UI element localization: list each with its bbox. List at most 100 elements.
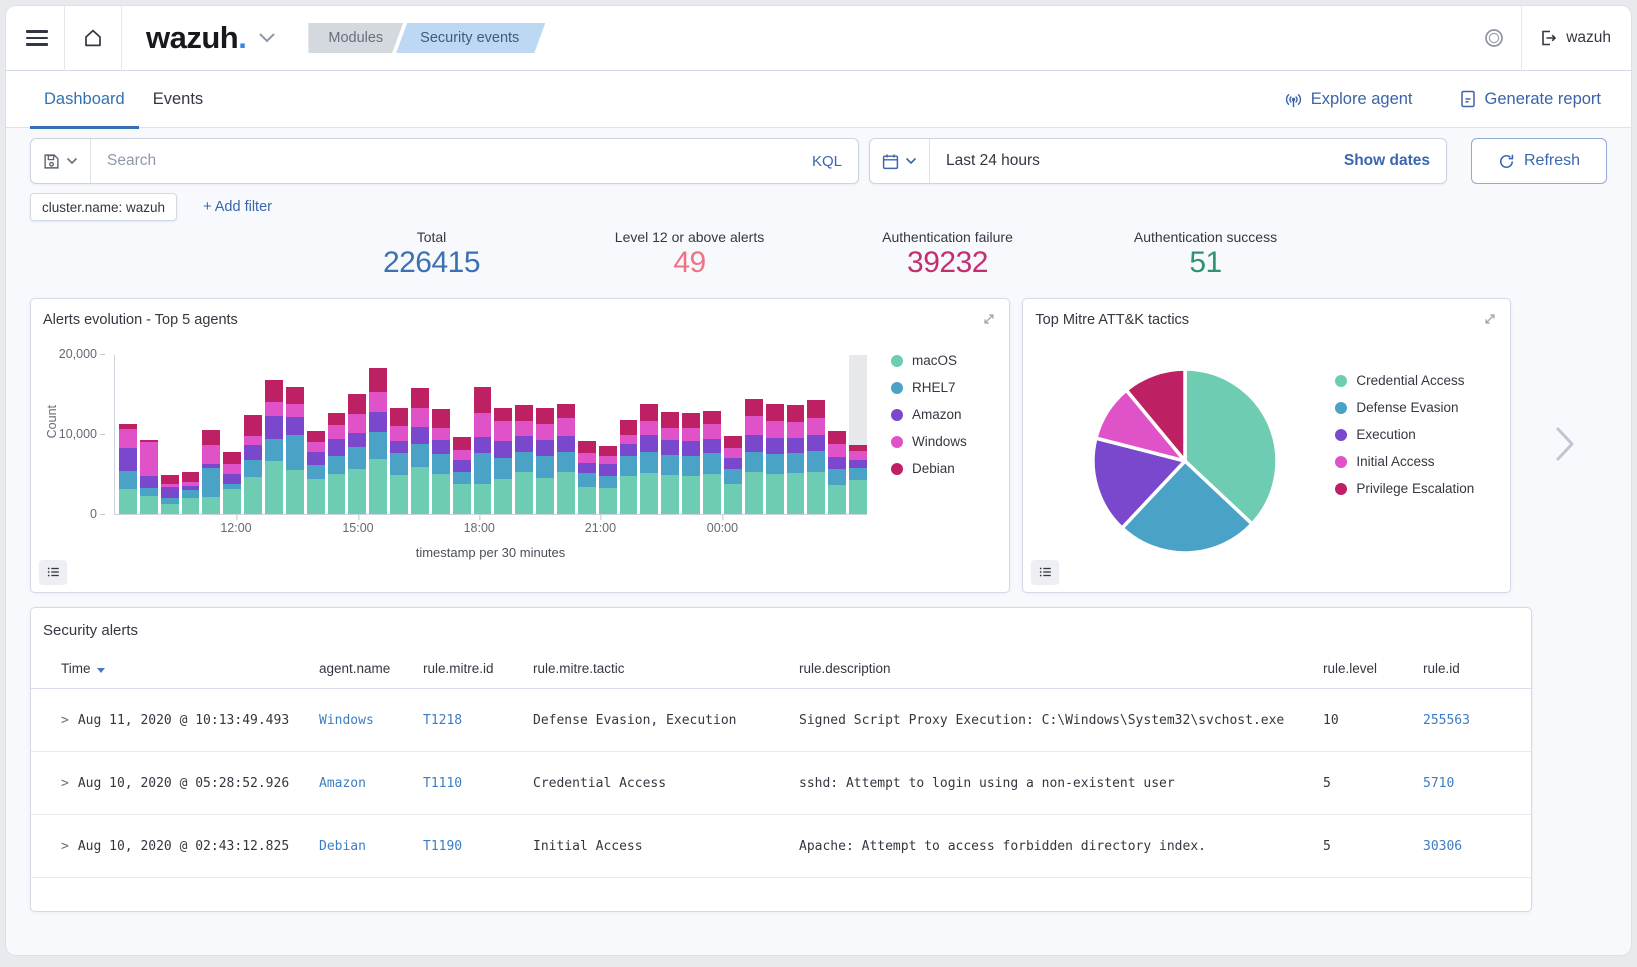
bar-bucket[interactable] [682,355,700,514]
bar-segment [307,431,325,442]
generate-report-button[interactable]: Generate report [1453,88,1607,110]
mitre-id-link[interactable]: T1190 [423,839,533,854]
bar-segment [557,404,575,418]
bar-bucket[interactable] [515,355,533,514]
rule-id-link[interactable]: 30306 [1423,839,1531,854]
column-header[interactable]: rule.description [799,661,1323,676]
bar-bucket[interactable] [328,355,346,514]
column-header[interactable]: rule.level [1323,661,1423,676]
show-dates-button[interactable]: Show dates [1328,152,1446,170]
rule-id-link[interactable]: 255563 [1423,713,1531,728]
tab-dashboard[interactable]: Dashboard [30,71,139,128]
bar-bucket[interactable] [182,355,200,514]
bar-bucket[interactable] [348,355,366,514]
bar-segment [286,417,304,435]
column-header[interactable]: rule.mitre.tactic [533,661,799,676]
bar-bucket[interactable] [787,355,805,514]
legend-item[interactable]: Defense Evasion [1335,394,1474,421]
legend-item[interactable]: Debian [891,455,967,482]
breadcrumb-security-events[interactable]: Security events [396,23,545,53]
level-cell: 5 [1323,776,1423,791]
add-filter-button[interactable]: + Add filter [197,198,278,216]
user-menu-button[interactable]: wazuh [1532,22,1617,54]
bar-bucket[interactable] [536,355,554,514]
wazuh-logo[interactable]: wazuh. [146,20,246,56]
agent-link[interactable]: Amazon [319,776,423,791]
bar-bucket[interactable] [494,355,512,514]
mitre-id-link[interactable]: T1110 [423,776,533,791]
legend-toggle-button[interactable] [39,560,67,584]
expand-panel-button[interactable] [1478,307,1502,334]
bar-bucket[interactable] [474,355,492,514]
saved-query-menu[interactable] [31,139,91,183]
bar-bucket[interactable] [140,355,158,514]
bar-segment [307,442,325,452]
bar-bucket[interactable] [307,355,325,514]
query-bar: KQL Last 24 hours Show dates Refresh [6,128,1631,184]
column-header[interactable]: rule.mitre.id [423,661,533,676]
bar-bucket[interactable] [202,355,220,514]
bar-bucket[interactable] [369,355,387,514]
bar-bucket[interactable] [620,355,638,514]
expand-panel-button[interactable] [977,307,1001,334]
bar-bucket[interactable] [578,355,596,514]
filter-pill[interactable]: cluster.name: wazuh [30,193,177,221]
bar-bucket[interactable] [411,355,429,514]
bar-bucket[interactable] [453,355,471,514]
refresh-button[interactable]: Refresh [1471,138,1607,184]
expand-row-icon[interactable]: > [61,776,69,791]
bar-bucket[interactable] [432,355,450,514]
bar-bucket[interactable] [724,355,742,514]
column-header[interactable]: Time [61,661,319,676]
legend-item[interactable]: Privilege Escalation [1335,475,1474,502]
agent-link[interactable]: Windows [319,713,423,728]
bar-bucket[interactable] [286,355,304,514]
legend-item[interactable]: Credential Access [1335,367,1474,394]
breadcrumb-modules[interactable]: Modules [308,23,403,53]
legend-item[interactable]: Windows [891,428,967,455]
bar-bucket[interactable] [557,355,575,514]
bar-bucket[interactable] [745,355,763,514]
bar-bucket[interactable] [828,355,846,514]
time-range-value[interactable]: Last 24 hours [930,152,1056,170]
bar-bucket[interactable] [161,355,179,514]
bar-bucket[interactable] [599,355,617,514]
next-panels-button[interactable] [1551,422,1579,469]
menu-button[interactable] [20,24,54,51]
tab-events[interactable]: Events [139,71,217,128]
agent-link[interactable]: Debian [319,839,423,854]
explore-agent-button[interactable]: Explore agent [1278,89,1419,110]
bar-bucket[interactable] [223,355,241,514]
legend-toggle-button[interactable] [1031,560,1059,584]
query-language-button[interactable]: KQL [796,153,858,170]
bar-bucket[interactable] [244,355,262,514]
logo-dropdown-button[interactable] [252,26,282,50]
bar-bucket[interactable] [640,355,658,514]
y-tick-label: 10,000 [31,427,105,441]
bar-bucket[interactable] [766,355,784,514]
home-button[interactable] [75,20,111,56]
space-avatar-button[interactable] [1477,21,1511,55]
legend-item[interactable]: macOS [891,347,967,374]
bar-segment [223,489,241,514]
date-quick-menu[interactable] [870,139,930,183]
legend-item[interactable]: RHEL7 [891,374,967,401]
bar-bucket[interactable] [703,355,721,514]
stacked-bar-chart [114,355,867,515]
bar-bucket[interactable] [807,355,825,514]
bar-bucket[interactable] [265,355,283,514]
legend-item[interactable]: Amazon [891,401,967,428]
expand-row-icon[interactable]: > [61,713,69,728]
expand-row-icon[interactable]: > [61,839,69,854]
column-header[interactable]: rule.id [1423,661,1531,676]
mitre-id-link[interactable]: T1218 [423,713,533,728]
legend-item[interactable]: Initial Access [1335,448,1474,475]
legend-item[interactable]: Execution [1335,421,1474,448]
bar-bucket[interactable] [390,355,408,514]
bar-bucket[interactable] [119,355,137,514]
search-input[interactable] [91,152,796,170]
bar-bucket[interactable] [849,355,867,514]
column-header[interactable]: agent.name [319,661,423,676]
rule-id-link[interactable]: 5710 [1423,776,1531,791]
bar-bucket[interactable] [661,355,679,514]
